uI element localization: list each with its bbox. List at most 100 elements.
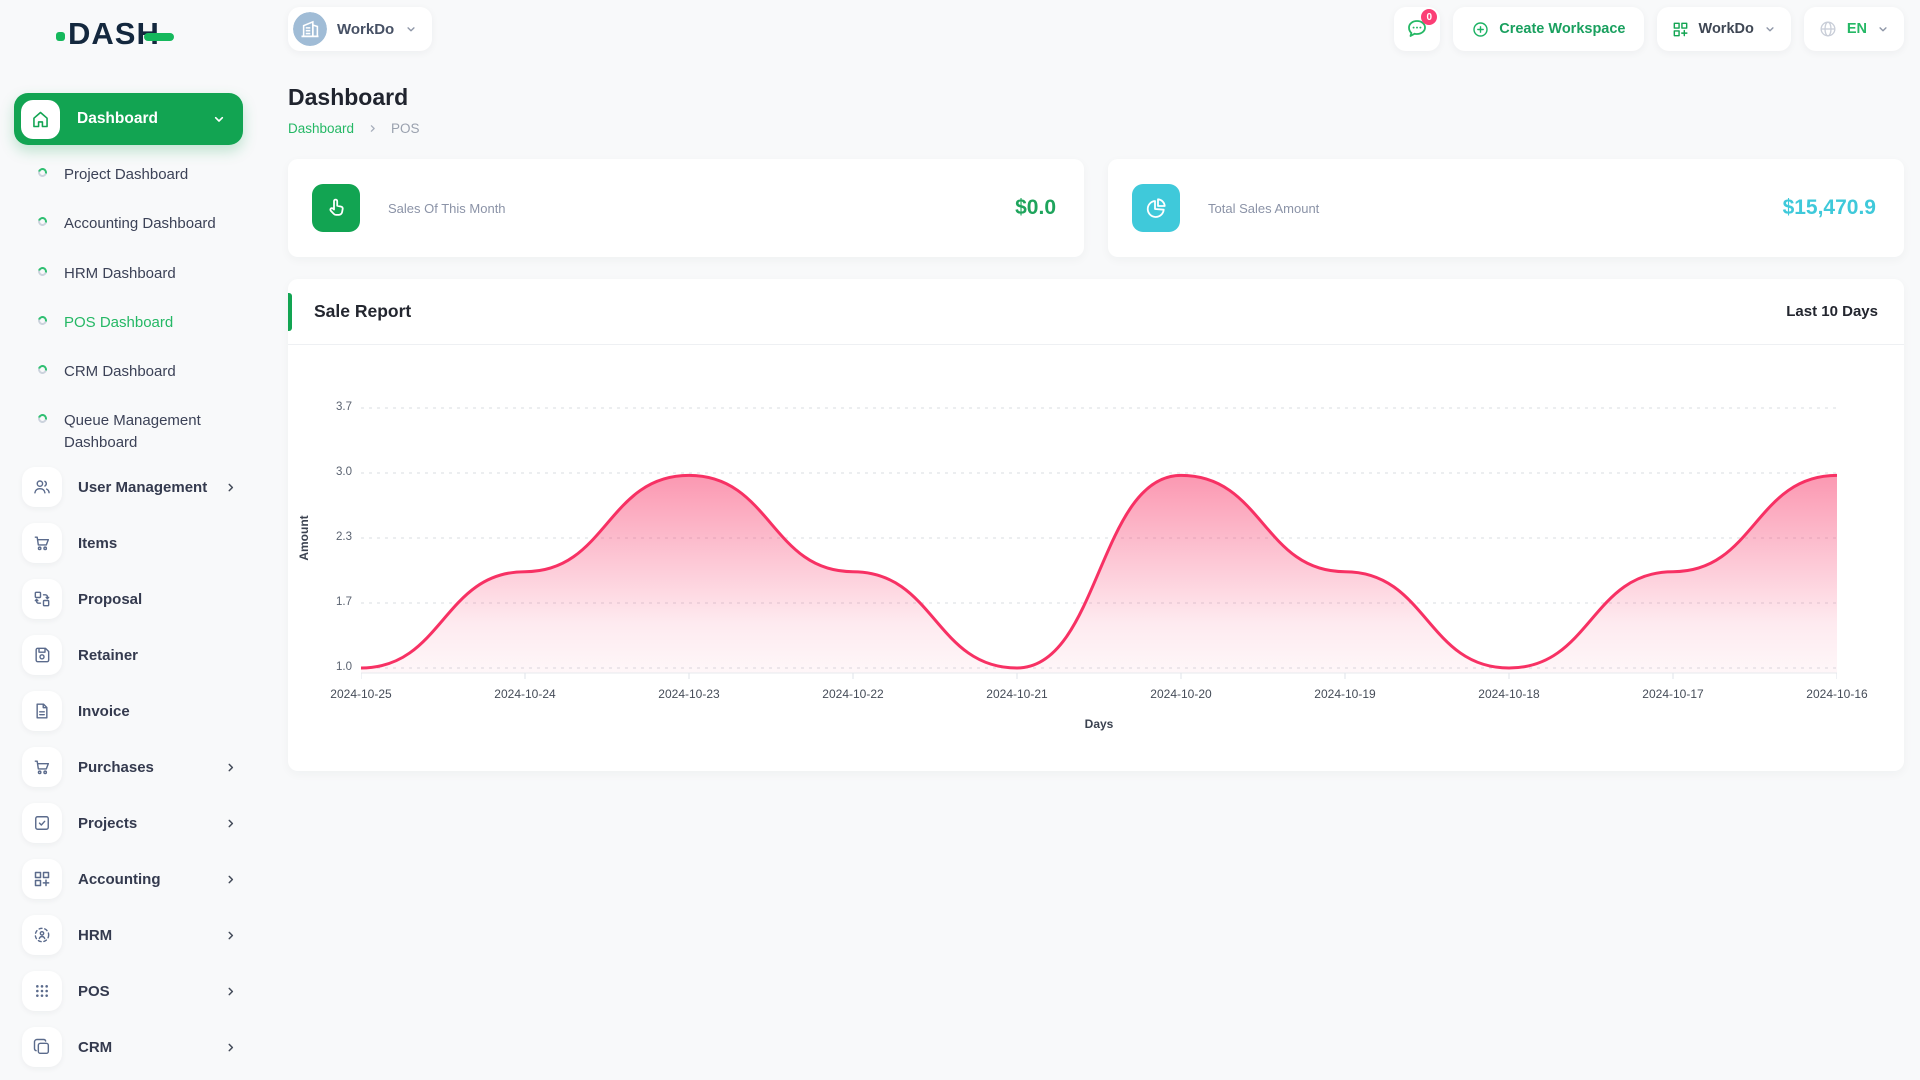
grid-plus-icon xyxy=(1671,20,1690,39)
app: DASH Dashboard Project Dashboard Accounti… xyxy=(0,0,1920,1080)
workspace-dropdown[interactable]: WorkDo xyxy=(1656,7,1791,51)
sidebar-item-projects[interactable]: Projects xyxy=(0,795,260,851)
sidebar-item-crm[interactable]: CRM xyxy=(0,1019,260,1075)
breadcrumb-current: POS xyxy=(391,121,420,136)
stat-label: Sales Of This Month xyxy=(388,200,506,216)
chevron-right-icon xyxy=(223,928,238,943)
topbar-actions: 0 Create Workspace WorkDo EN xyxy=(1394,7,1904,51)
plus-circle-icon xyxy=(1471,20,1490,39)
workspace-dropdown-label: WorkDo xyxy=(1698,21,1754,37)
submenu-bullet-icon xyxy=(36,363,49,376)
x-axis-tick-label: 2024-10-23 xyxy=(658,687,720,701)
sidebar: DASH Dashboard Project Dashboard Accounti… xyxy=(0,0,260,1080)
users-icon xyxy=(22,467,62,507)
hand-pointer-icon xyxy=(312,184,360,232)
sidebar-subitem-crm-dashboard[interactable]: CRM Dashboard xyxy=(0,347,260,396)
sale-report-card: Sale Report Last 10 Days Amount 1.0 1.7 2.… xyxy=(288,279,1904,771)
sidebar-subitem-label: POS Dashboard xyxy=(64,313,174,331)
workspace-switcher[interactable]: WorkDo xyxy=(288,7,433,51)
messages-button[interactable]: 0 xyxy=(1394,7,1441,51)
sidebar-subitem-pos-dashboard[interactable]: POS Dashboard xyxy=(0,298,260,347)
language-code: EN xyxy=(1846,21,1867,37)
sidebar-item-invoice[interactable]: Invoice xyxy=(0,683,260,739)
invoice-icon xyxy=(22,691,62,731)
x-axis-tick-label: 2024-10-24 xyxy=(494,687,556,701)
sidebar-item-label: CRM xyxy=(78,1038,113,1056)
create-workspace-button[interactable]: Create Workspace xyxy=(1453,7,1644,51)
x-axis-tick-label: 2024-10-20 xyxy=(1150,687,1212,701)
cart-icon xyxy=(22,523,62,563)
x-axis-tick-label: 2024-10-21 xyxy=(986,687,1048,701)
squares-icon xyxy=(22,1027,62,1067)
chevron-down-icon xyxy=(1876,22,1890,36)
sidebar-item-label: Projects xyxy=(78,814,138,832)
grid-plus-icon xyxy=(22,859,62,899)
sidebar-dashboard-submenu: Project Dashboard Accounting Dashboard HRM… xyxy=(0,150,260,467)
sidebar-subitem-label: HRM Dashboard xyxy=(64,264,176,282)
sidebar-subitem-label: Accounting Dashboard xyxy=(64,215,216,233)
sidebar-subitem-project-dashboard[interactable]: Project Dashboard xyxy=(0,150,260,199)
x-axis-title: Days xyxy=(1084,717,1114,731)
y-axis-tick-label: 3.7 xyxy=(336,401,352,413)
topbar: WorkDo 0 Create Workspace WorkDo EN xyxy=(260,0,1920,58)
sidebar-item-label: Purchases xyxy=(78,758,154,776)
home-icon xyxy=(21,99,60,139)
chevron-right-icon xyxy=(223,480,238,495)
y-axis-tick-label: 3.0 xyxy=(336,466,352,478)
language-selector[interactable]: EN xyxy=(1803,7,1904,51)
y-axis-title: Amount xyxy=(297,515,311,561)
messages-badge: 0 xyxy=(1421,9,1438,25)
stat-card-sales-month: Sales Of This Month $0.0 xyxy=(288,159,1084,257)
logo-accent-dash xyxy=(143,32,174,41)
sidebar-subitem-hrm-dashboard[interactable]: HRM Dashboard xyxy=(0,249,260,298)
dots-grid-icon xyxy=(22,971,62,1011)
sidebar-item-hrm[interactable]: HRM xyxy=(0,907,260,963)
breadcrumb-dashboard-link[interactable]: Dashboard xyxy=(288,121,354,136)
chevron-right-icon xyxy=(223,984,238,999)
y-axis-tick-label: 1.7 xyxy=(336,596,352,608)
workspace-name: WorkDo xyxy=(337,20,395,38)
sidebar-item-label: Items xyxy=(78,534,118,552)
sidebar-dashboard-label: Dashboard xyxy=(77,110,158,127)
sidebar-item-label: HRM xyxy=(78,926,113,944)
sidebar-item-label: User Management xyxy=(78,478,208,496)
x-axis-tick-label: 2024-10-22 xyxy=(822,687,884,701)
sidebar-item-accounting[interactable]: Accounting xyxy=(0,851,260,907)
submenu-bullet-icon xyxy=(36,166,49,179)
globe-icon xyxy=(1818,19,1838,39)
sidebar-subitem-queue-management-dashboard[interactable]: Queue Management Dashboard xyxy=(0,396,260,467)
sidebar-item-user-management[interactable]: User Management xyxy=(0,459,260,515)
sidebar-subitem-label: Queue Management Dashboard xyxy=(64,412,201,451)
chevron-right-icon xyxy=(223,1040,238,1055)
sidebar-item-proposal[interactable]: Proposal xyxy=(0,571,260,627)
pie-chart-icon xyxy=(1132,184,1180,232)
sidebar-item-items[interactable]: Items xyxy=(0,515,260,571)
sidebar-subitem-label: Project Dashboard xyxy=(64,166,189,183)
retainer-icon xyxy=(22,635,62,675)
y-axis-tick-label: 1.0 xyxy=(336,661,352,673)
x-axis-tick-label: 2024-10-18 xyxy=(1478,687,1540,701)
projects-icon xyxy=(22,803,62,843)
sidebar-item-label: Retainer xyxy=(78,646,139,664)
sidebar-item-purchases[interactable]: Purchases xyxy=(0,739,260,795)
chevron-right-icon xyxy=(223,872,238,887)
brand-logo[interactable]: DASH xyxy=(56,18,174,49)
main-content: Dashboard Dashboard POS Sales Of This Mo… xyxy=(260,58,1920,771)
area-chart-canvas[interactable] xyxy=(361,403,1837,681)
sidebar-subitem-accounting-dashboard[interactable]: Accounting Dashboard xyxy=(0,199,260,248)
chevron-right-icon xyxy=(223,816,238,831)
stat-value: $15,470.9 xyxy=(1782,196,1876,219)
sale-report-chart: Amount 1.0 1.7 2.3 3.0 3.7 2024-10-25 2024-10-… xyxy=(288,279,1904,771)
stat-value: $0.0 xyxy=(1015,196,1056,219)
y-axis-tick-label: 2.3 xyxy=(336,531,352,543)
hrm-icon xyxy=(22,915,62,955)
sidebar-menu: User Management Items Proposal Retainer Invo… xyxy=(0,459,260,1075)
chevron-down-icon xyxy=(211,111,227,127)
x-axis-tick-label: 2024-10-25 xyxy=(330,687,392,701)
sidebar-item-pos[interactable]: POS xyxy=(0,963,260,1019)
breadcrumb: Dashboard POS xyxy=(288,121,1904,136)
proposal-icon xyxy=(22,579,62,619)
sidebar-item-retainer[interactable]: Retainer xyxy=(0,627,260,683)
sidebar-item-dashboard[interactable]: Dashboard xyxy=(14,93,243,145)
sidebar-subitem-label: CRM Dashboard xyxy=(64,363,176,381)
